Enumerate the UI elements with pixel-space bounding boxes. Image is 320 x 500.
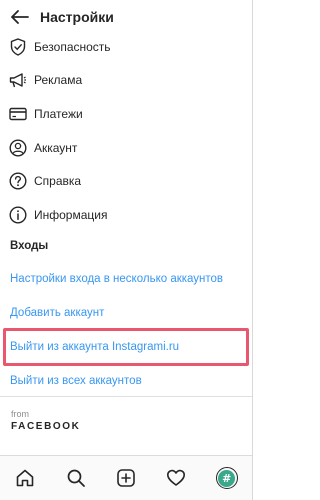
menu-item-label: Аккаунт	[34, 140, 78, 155]
menu-item-ads[interactable]: Реклама	[0, 64, 252, 98]
multi-account-login-link[interactable]: Настройки входа в несколько аккаунтов	[10, 273, 223, 285]
menu-item-info[interactable]: Информация	[0, 198, 252, 232]
credit-card-icon	[8, 104, 28, 124]
logout-all-link[interactable]: Выйти из всех аккаунтов	[10, 375, 142, 387]
menu-item-label: Реклама	[34, 73, 83, 88]
bottom-tab-bar: #	[0, 455, 252, 500]
facebook-logo: FACEBOOK	[11, 421, 81, 432]
logout-account-link[interactable]: Выйти из аккаунта Instagrami.ru	[10, 341, 179, 353]
logins-heading: Входы	[10, 240, 49, 252]
page-title: Настройки	[40, 9, 114, 25]
shield-check-icon	[8, 37, 28, 57]
header: Настройки	[0, 0, 252, 34]
menu-item-label: Информация	[34, 207, 108, 222]
avatar: #	[218, 469, 236, 487]
heart-icon[interactable]	[161, 463, 191, 493]
home-icon[interactable]	[10, 463, 40, 493]
settings-menu: Безопасность Реклама Платежи Аккаунт Спр…	[0, 30, 252, 232]
search-icon[interactable]	[61, 463, 91, 493]
add-account-link[interactable]: Добавить аккаунт	[10, 307, 104, 319]
new-post-icon[interactable]	[111, 463, 141, 493]
menu-item-help[interactable]: Справка	[0, 164, 252, 198]
settings-screen: Настройки Безопасность Реклама Платежи А…	[0, 0, 253, 500]
arrow-left-icon[interactable]	[10, 7, 30, 27]
menu-item-label: Платежи	[34, 106, 83, 121]
menu-item-security[interactable]: Безопасность	[0, 30, 252, 64]
megaphone-icon	[8, 70, 28, 90]
from-label: from	[11, 409, 29, 419]
menu-item-label: Справка	[34, 174, 82, 189]
menu-item-label: Безопасность	[34, 39, 111, 54]
user-circle-icon	[8, 138, 28, 158]
menu-item-account[interactable]: Аккаунт	[0, 131, 252, 165]
menu-item-payments[interactable]: Платежи	[0, 97, 252, 131]
divider	[0, 396, 252, 397]
help-circle-icon	[8, 171, 28, 191]
info-circle-icon	[8, 205, 28, 225]
avatar-ring: #	[215, 467, 238, 489]
profile-tab[interactable]: #	[212, 463, 242, 493]
